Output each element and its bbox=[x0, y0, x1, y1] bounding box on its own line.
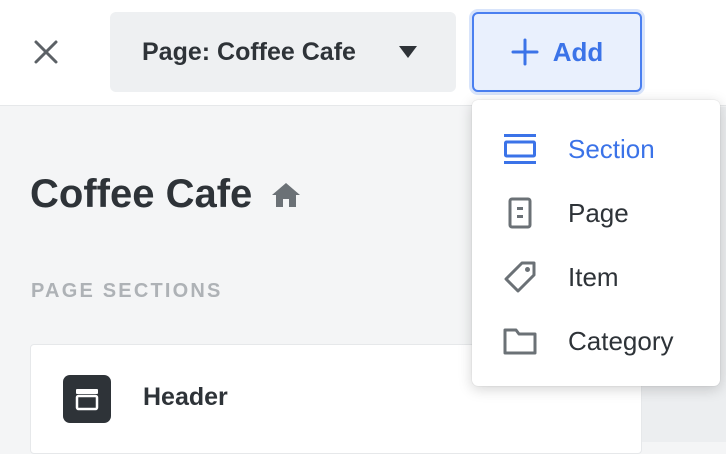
section-card-label: Header bbox=[143, 383, 228, 411]
page-title: Coffee Cafe bbox=[30, 172, 302, 217]
page-icon bbox=[500, 193, 540, 233]
menu-item-label: Section bbox=[568, 133, 655, 164]
menu-item-label: Item bbox=[568, 261, 619, 292]
add-menu: Section Page Item Category bbox=[472, 100, 720, 386]
top-bar: Page: Coffee Cafe Add bbox=[0, 0, 726, 106]
close-icon bbox=[34, 40, 58, 64]
plus-icon bbox=[511, 38, 539, 66]
menu-item-label: Page bbox=[568, 197, 629, 228]
page-selector[interactable]: Page: Coffee Cafe bbox=[110, 12, 456, 92]
page-selector-label: Page: Coffee Cafe bbox=[142, 37, 356, 66]
page-sections-heading: PAGE SECTIONS bbox=[31, 280, 223, 302]
close-button[interactable] bbox=[26, 32, 66, 72]
menu-item-page[interactable]: Page bbox=[472, 181, 720, 245]
add-button[interactable]: Add bbox=[472, 12, 642, 92]
section-icon bbox=[500, 129, 540, 169]
add-button-label: Add bbox=[552, 36, 604, 67]
caret-down-icon bbox=[399, 46, 417, 58]
folder-icon bbox=[500, 321, 540, 361]
menu-item-section[interactable]: Section bbox=[472, 117, 720, 181]
header-layout-icon bbox=[63, 375, 111, 423]
tag-icon bbox=[500, 257, 540, 297]
menu-item-label: Category bbox=[568, 325, 674, 356]
menu-item-category[interactable]: Category bbox=[472, 309, 720, 373]
home-icon bbox=[272, 182, 301, 207]
page-title-text: Coffee Cafe bbox=[30, 172, 253, 216]
menu-item-item[interactable]: Item bbox=[472, 245, 720, 309]
